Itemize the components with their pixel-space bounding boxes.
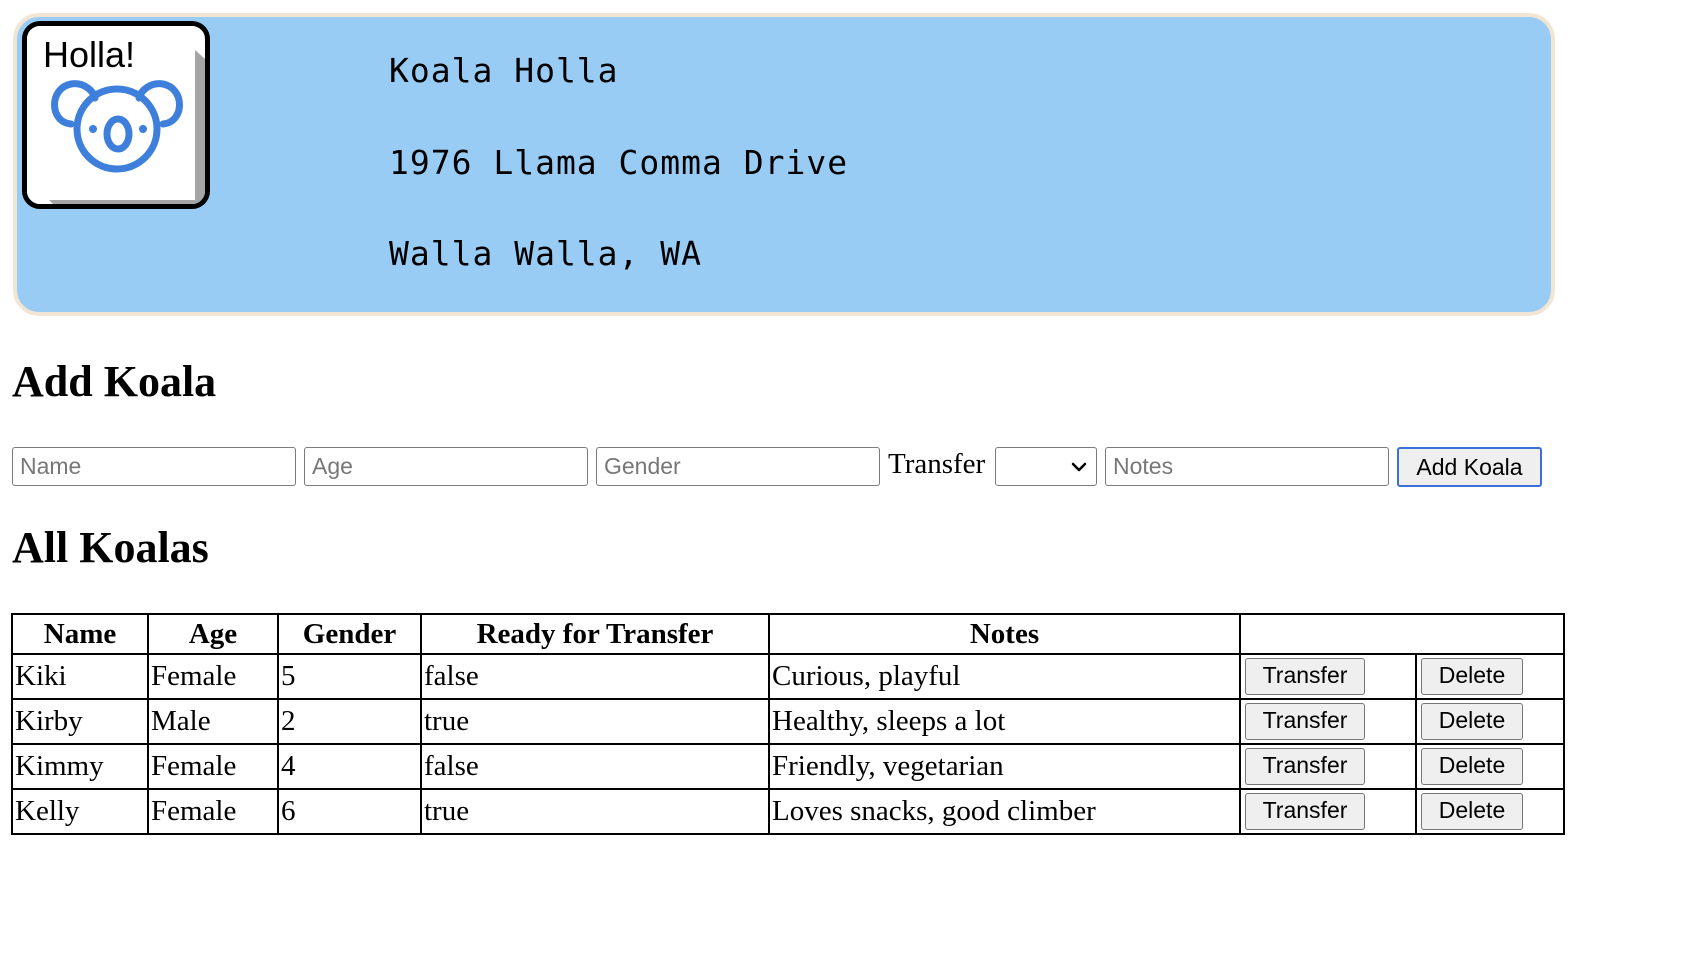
koala-table: Name Age Gender Ready for Transfer Notes… <box>11 613 1565 835</box>
delete-button[interactable]: Delete <box>1421 703 1523 740</box>
cell-gender: 2 <box>277 698 422 745</box>
cell-delete: Delete <box>1415 698 1565 745</box>
business-name: Koala Holla <box>389 51 619 90</box>
cell-name: Kimmy <box>11 743 149 790</box>
cell-age: Female <box>147 653 279 700</box>
name-input[interactable] <box>12 447 296 486</box>
all-koalas-heading: All Koalas <box>12 523 209 572</box>
cell-age: Female <box>147 743 279 790</box>
cell-age: Male <box>147 698 279 745</box>
cell-ready: true <box>420 788 770 835</box>
column-header-age: Age <box>147 613 279 655</box>
table-row: Kirby Male 2 true Healthy, sleeps a lot … <box>11 698 1565 745</box>
table-row: Kelly Female 6 true Loves snacks, good c… <box>11 788 1565 835</box>
cell-name: Kelly <box>11 788 149 835</box>
delete-button[interactable]: Delete <box>1421 748 1523 785</box>
city-state: Walla Walla, WA <box>389 234 703 273</box>
cell-transfer: Transfer <box>1239 743 1417 790</box>
transfer-button[interactable]: Transfer <box>1245 658 1365 695</box>
koala-logo: Holla! <box>22 21 210 209</box>
chevron-down-icon <box>1071 462 1087 472</box>
cell-ready: false <box>420 743 770 790</box>
transfer-button[interactable]: Transfer <box>1245 793 1365 830</box>
column-header-actions <box>1239 613 1565 655</box>
header-banner: Holla! Koala Holla 1976 Llama Comma Driv… <box>13 13 1555 316</box>
column-header-ready: Ready for Transfer <box>420 613 770 655</box>
cell-gender: 5 <box>277 653 422 700</box>
transfer-button[interactable]: Transfer <box>1245 703 1365 740</box>
cell-notes: Curious, playful <box>768 653 1241 700</box>
cell-delete: Delete <box>1415 743 1565 790</box>
cell-transfer: Transfer <box>1239 788 1417 835</box>
table-row: Kimmy Female 4 false Friendly, vegetaria… <box>11 743 1565 790</box>
transfer-label: Transfer <box>888 448 986 480</box>
add-koala-heading: Add Koala <box>12 357 217 406</box>
table-row: Kiki Female 5 false Curious, playful Tra… <box>11 653 1565 700</box>
cell-gender: 6 <box>277 788 422 835</box>
cell-delete: Delete <box>1415 788 1565 835</box>
transfer-button[interactable]: Transfer <box>1245 748 1365 785</box>
cell-notes: Friendly, vegetarian <box>768 743 1241 790</box>
cell-notes: Healthy, sleeps a lot <box>768 698 1241 745</box>
column-header-notes: Notes <box>768 613 1241 655</box>
cell-name: Kirby <box>11 698 149 745</box>
cell-age: Female <box>147 788 279 835</box>
transfer-select[interactable] <box>995 447 1097 486</box>
cell-transfer: Transfer <box>1239 653 1417 700</box>
gender-input[interactable] <box>596 447 880 486</box>
cell-transfer: Transfer <box>1239 698 1417 745</box>
column-header-name: Name <box>11 613 149 655</box>
notes-input[interactable] <box>1105 447 1389 486</box>
cell-ready: true <box>420 698 770 745</box>
cell-name: Kiki <box>11 653 149 700</box>
cell-notes: Loves snacks, good climber <box>768 788 1241 835</box>
column-header-gender: Gender <box>277 613 422 655</box>
delete-button[interactable]: Delete <box>1421 658 1523 695</box>
logo-text: Holla! <box>43 34 136 75</box>
cell-delete: Delete <box>1415 653 1565 700</box>
street-address: 1976 Llama Comma Drive <box>389 143 849 182</box>
age-input[interactable] <box>304 447 588 486</box>
cell-ready: false <box>420 653 770 700</box>
table-header-row: Name Age Gender Ready for Transfer Notes <box>11 613 1565 655</box>
cell-gender: 4 <box>277 743 422 790</box>
delete-button[interactable]: Delete <box>1421 793 1523 830</box>
add-koala-button[interactable]: Add Koala <box>1397 447 1542 487</box>
